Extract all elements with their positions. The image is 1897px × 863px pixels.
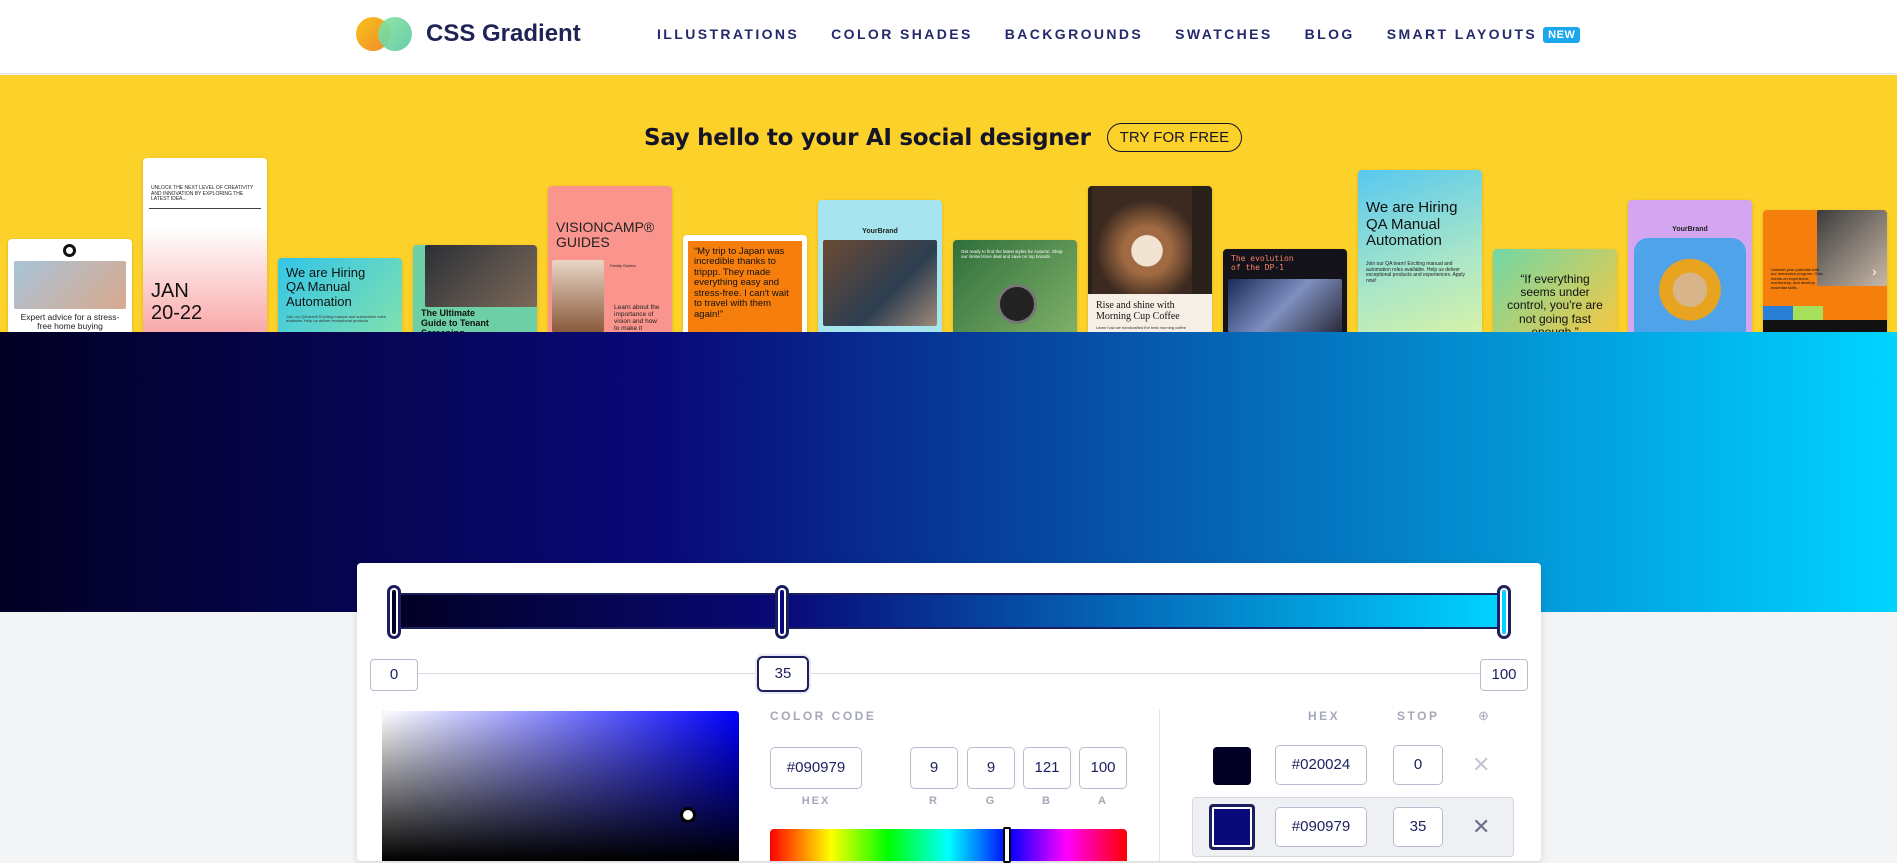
top-header: CSS Gradient ILLUSTRATIONS COLOR SHADES … bbox=[0, 0, 1897, 74]
card-text: Unleash your potential with our immersiv… bbox=[1771, 267, 1823, 290]
nav-color-shades[interactable]: COLOR SHADES bbox=[831, 26, 973, 43]
hue-knob[interactable] bbox=[1003, 827, 1011, 863]
r-label: R bbox=[929, 795, 939, 807]
card-text: Learn how we handcrafted the best mornin… bbox=[1096, 325, 1186, 330]
stops-stop-header: STOP bbox=[1397, 709, 1440, 723]
ad-banner[interactable]: Say hello to your AI social designer TRY… bbox=[0, 75, 1897, 332]
nav-backgrounds[interactable]: BACKGROUNDS bbox=[1005, 26, 1143, 43]
card-date: JAN 20-22 bbox=[151, 280, 203, 324]
card-brand: YourBrand bbox=[1672, 226, 1708, 233]
close-icon[interactable]: ✕ bbox=[1472, 754, 1490, 776]
stop-position-0[interactable]: 0 bbox=[370, 659, 418, 691]
nav-smart-layouts[interactable]: SMART LAYOUTS NEW bbox=[1387, 26, 1581, 43]
banner-card: The Ultimate Guide to Tenant Screening bbox=[413, 245, 537, 332]
stop-position-100[interactable]: 100 bbox=[1480, 659, 1528, 691]
logo-icon[interactable] bbox=[356, 17, 414, 51]
saturation-picker[interactable] bbox=[382, 711, 739, 861]
card-text: Join our QA team! Exciting manual and au… bbox=[1366, 261, 1465, 284]
close-icon[interactable]: ✕ bbox=[1472, 816, 1490, 838]
card-text: The evolution of the DP-1 bbox=[1231, 254, 1294, 272]
banner-card: YourBrand bbox=[818, 200, 942, 332]
stop-swatch-1[interactable] bbox=[1209, 804, 1255, 850]
banner-card: Unleash your potential with our immersiv… bbox=[1763, 210, 1887, 332]
card-text: Learn about the importance of vision and… bbox=[614, 304, 660, 332]
g-input[interactable]: 9 bbox=[967, 747, 1015, 789]
new-badge: NEW bbox=[1543, 27, 1581, 43]
stops-hex-header: HEX bbox=[1308, 709, 1341, 723]
card-brand: YourBrand bbox=[862, 228, 898, 235]
stop-hex-input-1[interactable]: #090979 bbox=[1275, 807, 1367, 847]
color-code-label: COLOR CODE bbox=[770, 709, 877, 723]
stop-position-35[interactable]: 35 bbox=[757, 656, 809, 692]
card-text: Expert advice for a stress-free home buy… bbox=[20, 312, 120, 332]
gradient-bar[interactable] bbox=[393, 593, 1505, 629]
banner-card: UNLOCK THE NEXT LEVEL OF CREATIVITY AND … bbox=[143, 158, 267, 332]
nav-blog[interactable]: BLOG bbox=[1305, 26, 1355, 43]
stop-track bbox=[397, 673, 1501, 674]
card-text: We are Hiring QA Manual Automation bbox=[286, 265, 366, 309]
banner-card: We are Hiring QA Manual Automation Join … bbox=[278, 258, 402, 332]
nav-illustrations[interactable]: ILLUSTRATIONS bbox=[657, 26, 799, 43]
nav-swatches[interactable]: SWATCHES bbox=[1175, 26, 1273, 43]
a-label: A bbox=[1098, 795, 1108, 807]
banner-title: Say hello to your AI social designer bbox=[644, 124, 1091, 151]
card-text: Join our QA team! Exciting manual and au… bbox=[286, 314, 386, 324]
brand-name[interactable]: CSS Gradient bbox=[426, 20, 581, 48]
plus-circle-icon[interactable]: ⊕ bbox=[1478, 708, 1489, 724]
hex-input[interactable]: #090979 bbox=[770, 747, 862, 789]
stop-handle-100[interactable] bbox=[1497, 585, 1511, 639]
card-text: “If everything seems under control, you'… bbox=[1507, 272, 1603, 332]
card-text: Family Guides bbox=[610, 263, 636, 268]
stop-handle-35[interactable] bbox=[775, 585, 789, 639]
g-label: G bbox=[985, 795, 997, 807]
b-input[interactable]: 121 bbox=[1023, 747, 1071, 789]
panel-divider bbox=[1159, 709, 1160, 861]
stop-value-input-0[interactable]: 0 bbox=[1393, 745, 1443, 785]
card-text: Get ready to find the latest styles for … bbox=[961, 249, 1063, 259]
saturation-knob[interactable] bbox=[680, 807, 696, 823]
banner-card: VISIONCAMP® GUIDES Family Guides Learn a… bbox=[548, 186, 672, 332]
card-text: We are Hiring QA Manual Automation bbox=[1366, 199, 1458, 249]
chevron-right-icon[interactable]: › bbox=[1872, 263, 1877, 279]
card-text: The Ultimate Guide to Tenant Screening bbox=[421, 308, 489, 332]
nav-smart-layouts-label: SMART LAYOUTS bbox=[1386, 26, 1538, 42]
gradient-editor: 0 35 100 COLOR CODE #090979 HEX 9 R 9 G … bbox=[357, 563, 1541, 863]
a-input[interactable]: 100 bbox=[1079, 747, 1127, 789]
banner-card: The evolution of the DP-1 bbox=[1223, 249, 1347, 332]
banner-card: We are Hiring QA Manual Automation Join … bbox=[1358, 170, 1482, 332]
hue-slider[interactable] bbox=[770, 829, 1127, 861]
card-text: UNLOCK THE NEXT LEVEL OF CREATIVITY AND … bbox=[151, 185, 254, 202]
main-nav: ILLUSTRATIONS COLOR SHADES BACKGROUNDS S… bbox=[657, 26, 1612, 43]
try-for-free-button[interactable]: TRY FOR FREE bbox=[1106, 123, 1243, 152]
stop-swatch-0[interactable] bbox=[1213, 747, 1251, 785]
banner-card: Expert advice for a stress-free home buy… bbox=[8, 239, 132, 332]
card-text: “My trip to Japan was incredible thanks … bbox=[694, 246, 789, 320]
card-title: VISIONCAMP® GUIDES bbox=[556, 219, 655, 251]
card-text: Rise and shine with Morning Cup Coffee bbox=[1096, 300, 1180, 322]
banner-card: “If everything seems under control, you'… bbox=[1493, 249, 1617, 332]
b-label: B bbox=[1042, 795, 1052, 807]
stop-hex-input-0[interactable]: #020024 bbox=[1275, 745, 1367, 785]
r-input[interactable]: 9 bbox=[910, 747, 958, 789]
stop-value-input-1[interactable]: 35 bbox=[1393, 807, 1443, 847]
banner-card: Get ready to find the latest styles for … bbox=[953, 240, 1077, 332]
banner-card: Rise and shine with Morning Cup Coffee L… bbox=[1088, 186, 1212, 332]
banner-card: “My trip to Japan was incredible thanks … bbox=[683, 235, 807, 332]
stop-handle-0[interactable] bbox=[387, 585, 401, 639]
hex-label: HEX bbox=[801, 795, 831, 807]
banner-card: YourBrand bbox=[1628, 200, 1752, 332]
